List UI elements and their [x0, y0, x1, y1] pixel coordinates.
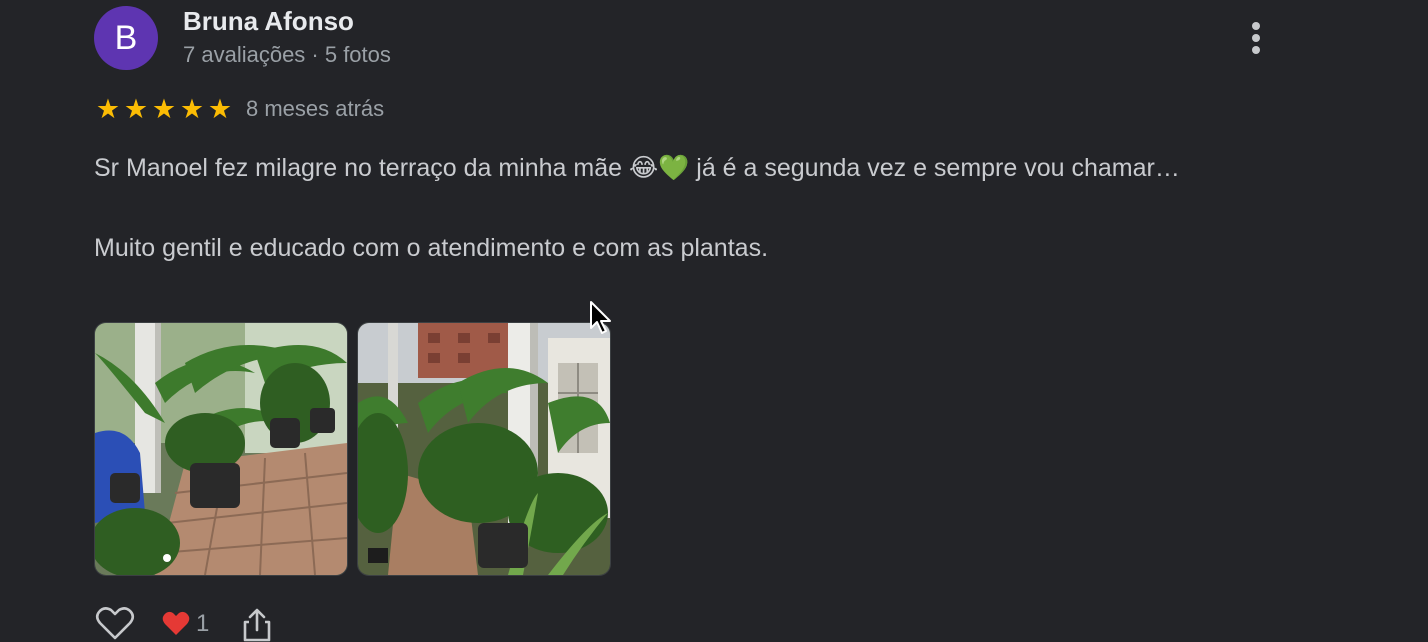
- review-paragraph: Sr Manoel fez milagre no terraço da minh…: [94, 154, 1180, 182]
- star-icon: ★: [207, 93, 233, 124]
- red-heart-emoji: [162, 611, 190, 635]
- photo-plants-terrace: [95, 323, 347, 575]
- photo-plants-column: [358, 323, 610, 575]
- more-options-button[interactable]: [1240, 18, 1272, 58]
- rating-row: ★ ★ ★ ★ ★ 8 meses atrás: [94, 95, 384, 123]
- more-options-icon: [1252, 22, 1260, 30]
- author-meta: 7 avaliações · 5 fotos: [183, 42, 391, 67]
- share-icon: [244, 608, 271, 642]
- star-icon: ★: [123, 93, 149, 124]
- share-button[interactable]: [241, 606, 273, 642]
- more-options-icon-dot: [1252, 46, 1260, 54]
- star-icon: ★: [151, 93, 177, 124]
- heart-outline-icon: [95, 607, 135, 640]
- review-date: 8 meses atrás: [246, 96, 385, 121]
- mouse-cursor-icon: [590, 301, 611, 334]
- review-photo[interactable]: [357, 322, 611, 576]
- like-button[interactable]: [94, 606, 136, 642]
- avatar[interactable]: B: [94, 6, 158, 70]
- review-text: Sr Manoel fez milagre no terraço da minh…: [94, 148, 1204, 268]
- star-icon: ★: [179, 93, 205, 124]
- author-name[interactable]: Bruna Afonso: [183, 6, 354, 37]
- review-photo[interactable]: [94, 322, 348, 576]
- reaction-count: 1: [196, 610, 210, 637]
- star-rating: ★ ★ ★ ★ ★: [94, 93, 234, 124]
- reaction-button[interactable]: 1: [162, 610, 209, 638]
- review-card: B Bruna Afonso 7 avaliações · 5 fotos ★ …: [0, 0, 1428, 642]
- review-paragraph: Muito gentil e educado com o atendimento…: [94, 234, 769, 262]
- more-options-icon-dot: [1252, 34, 1260, 42]
- star-icon: ★: [95, 93, 121, 124]
- review-actions: 1: [94, 606, 273, 642]
